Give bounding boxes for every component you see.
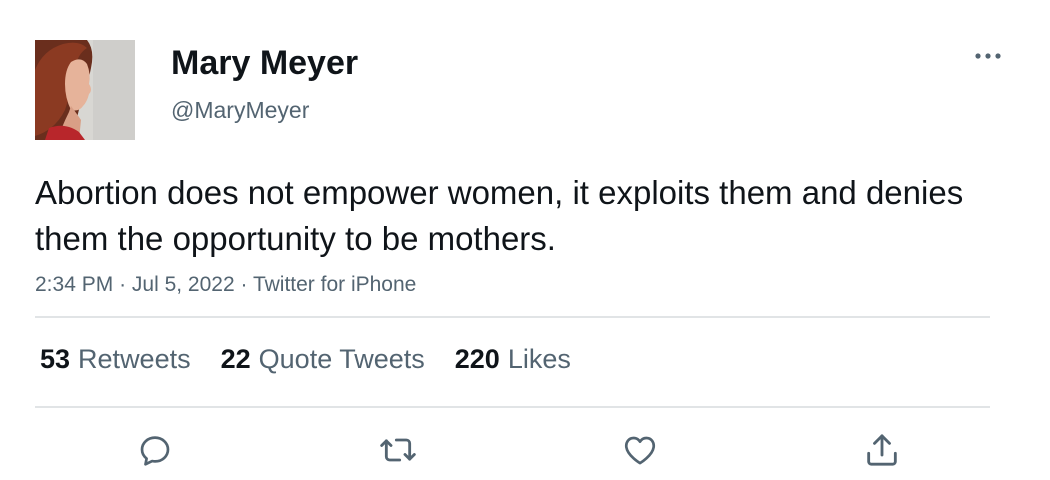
likes-stat[interactable]: 220 Likes bbox=[455, 341, 571, 377]
tweet-time[interactable]: 2:34 PM bbox=[35, 273, 113, 296]
retweet-button[interactable] bbox=[376, 428, 420, 472]
likes-label: Likes bbox=[507, 344, 571, 374]
tweet-stats: 53 Retweets 22 Quote Tweets 220 Likes bbox=[40, 341, 571, 377]
retweets-label: Retweets bbox=[78, 344, 191, 374]
heart-icon bbox=[624, 436, 656, 465]
more-horizontal-icon bbox=[975, 53, 1001, 59]
reply-button[interactable] bbox=[133, 428, 177, 472]
quote-tweets-count: 22 bbox=[220, 344, 251, 374]
retweets-count: 53 bbox=[40, 344, 71, 374]
tweet-text: Abortion does not empower women, it expl… bbox=[35, 174, 964, 257]
like-button[interactable] bbox=[618, 428, 662, 472]
more-options-button[interactable] bbox=[966, 40, 1010, 72]
tweet-card: Mary Meyer @MaryMeyer Abortion does not … bbox=[0, 0, 1050, 480]
share-icon bbox=[867, 434, 897, 466]
share-button[interactable] bbox=[860, 428, 904, 472]
quote-tweets-label: Quote Tweets bbox=[258, 344, 425, 374]
divider bbox=[35, 406, 990, 408]
meta-separator: · bbox=[119, 273, 132, 296]
retweets-stat[interactable]: 53 Retweets bbox=[40, 341, 191, 377]
retweet-icon bbox=[380, 438, 416, 462]
tweet-metadata: 2:34 PM · Jul 5, 2022 · Twitter for iPho… bbox=[35, 271, 416, 299]
tweet-date[interactable]: Jul 5, 2022 bbox=[132, 273, 235, 296]
reply-icon bbox=[140, 436, 170, 466]
display-name[interactable]: Mary Meyer bbox=[171, 43, 358, 83]
likes-count: 220 bbox=[454, 344, 500, 374]
user-handle[interactable]: @MaryMeyer bbox=[171, 96, 309, 124]
meta-separator: · bbox=[240, 273, 253, 296]
tweet-source[interactable]: Twitter for iPhone bbox=[253, 273, 416, 296]
avatar[interactable] bbox=[35, 40, 135, 140]
quote-tweets-stat[interactable]: 22 Quote Tweets bbox=[221, 341, 425, 377]
divider bbox=[35, 316, 990, 318]
